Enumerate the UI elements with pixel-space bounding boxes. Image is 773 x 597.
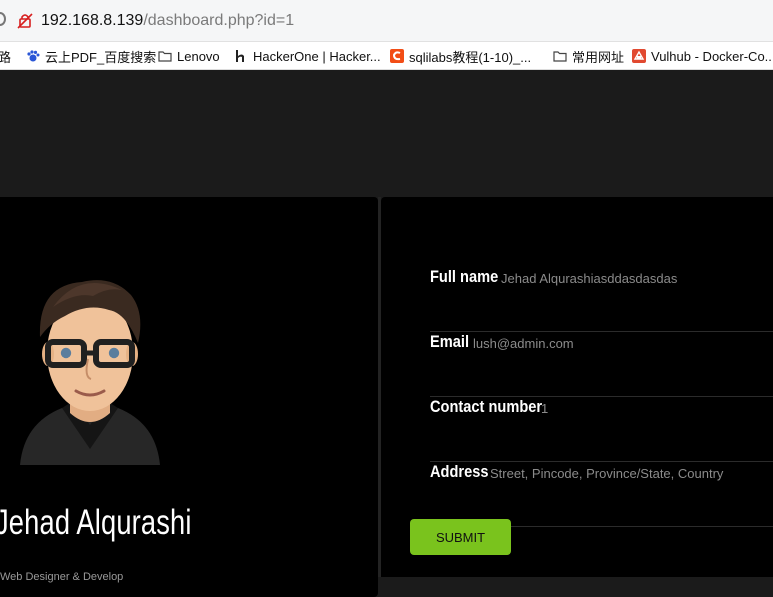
- baidu-paw-icon: [27, 50, 40, 62]
- vulhub-icon: [632, 49, 646, 63]
- address-input[interactable]: 192.168.8.139/dashboard.php?id=1: [41, 12, 294, 30]
- address-value: Street, Pincode, Province/State, Country: [490, 466, 724, 481]
- profile-subtitle: Web Designer & Develop: [0, 571, 124, 583]
- detail-row-contact: Contact number 1: [430, 397, 773, 462]
- folder-icon: [553, 51, 567, 62]
- bookmark-label: Lenovo: [177, 48, 220, 64]
- profile-name: Jehad Alqurashi: [0, 503, 192, 542]
- bookmarks-bar: 路 云上PDF_百度搜索 Lenovo HackerOne | Hacker..…: [0, 42, 773, 70]
- bookmark-csdn[interactable]: sqlilabs教程(1-10)_...: [390, 48, 532, 65]
- full-name-value: Jehad Alqurashiasddasdasdas: [501, 271, 678, 286]
- browser-address-bar: 192.168.8.139/dashboard.php?id=1: [0, 0, 773, 42]
- bookmark-hackerone[interactable]: HackerOne | Hacker...: [234, 48, 381, 64]
- bookmark-label: 路: [0, 47, 11, 66]
- bookmark-folder-common[interactable]: 常用网址: [553, 48, 625, 65]
- bookmark-label: 常用网址: [572, 49, 625, 65]
- avatar-man-glasses-icon: [20, 280, 160, 465]
- not-secure-lock-icon[interactable]: [16, 12, 34, 30]
- page-header-band: [0, 70, 773, 197]
- email-value: lush@admin.com: [473, 336, 574, 351]
- detail-row-address: Address Street, Pincode, Province/State,…: [430, 462, 773, 527]
- folder-icon: [158, 51, 172, 62]
- full-name-label: Full name: [430, 267, 499, 286]
- email-label: Email: [430, 332, 470, 351]
- bookmark-label: sqlilabs教程(1-10)_...: [409, 49, 532, 65]
- contact-number-label: Contact number: [430, 397, 543, 416]
- address-label: Address: [430, 462, 489, 481]
- back-icon[interactable]: [0, 12, 6, 26]
- bookmark-item[interactable]: 路: [0, 47, 11, 66]
- url-host: 192.168.8.139: [41, 12, 144, 29]
- detail-row-full-name: Full name Jehad Alqurashiasddasdasdas: [430, 267, 773, 332]
- detail-row-email: Email lush@admin.com: [430, 332, 773, 397]
- bookmark-folder-lenovo[interactable]: Lenovo: [158, 48, 220, 64]
- url-path: /dashboard.php?id=1: [143, 12, 295, 29]
- bookmark-label: Vulhub - Docker-Co...: [651, 48, 773, 64]
- bookmark-vulhub[interactable]: Vulhub - Docker-Co...: [632, 48, 773, 64]
- bookmark-label: HackerOne | Hacker...: [253, 48, 381, 64]
- csdn-icon: [390, 49, 404, 63]
- contact-number-value: 1: [541, 401, 549, 416]
- bookmark-baidu[interactable]: 云上PDF_百度搜索: [26, 48, 157, 65]
- submit-button[interactable]: SUBMIT: [410, 519, 511, 555]
- bookmark-label: 云上PDF_百度搜索: [45, 49, 157, 65]
- hackerone-icon: [236, 50, 244, 62]
